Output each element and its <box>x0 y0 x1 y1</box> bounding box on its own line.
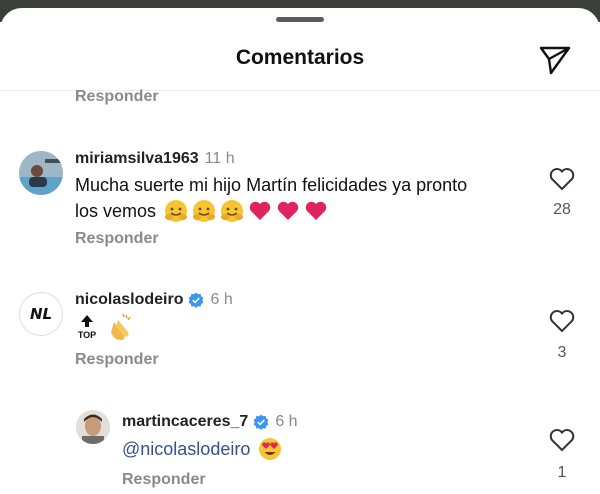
comment-body: Mucha suerte mi hijo Martín felicidades … <box>75 172 545 224</box>
red-heart-emoji <box>249 201 271 220</box>
like-heart-icon[interactable] <box>549 309 575 333</box>
top-label: TOP <box>77 330 97 340</box>
avatar-logo-text: NL <box>29 305 53 323</box>
mention-link[interactable]: @nicolaslodeiro <box>122 436 250 462</box>
comment-text-line: Mucha suerte mi hijo Martín felicidades … <box>75 175 468 195</box>
hugging-face-emoji <box>193 200 216 222</box>
reply-button[interactable]: Responder <box>122 471 206 489</box>
like-count: 3 <box>557 344 567 361</box>
avatar[interactable] <box>76 410 110 444</box>
comment-time: 6 h <box>210 291 233 308</box>
comment-text-line: los vemos <box>75 198 545 224</box>
like-count: 28 <box>553 201 571 218</box>
sheet-grabber[interactable] <box>276 17 324 22</box>
red-heart-emoji <box>305 201 327 220</box>
red-heart-emoji <box>277 201 299 220</box>
like-heart-icon[interactable] <box>549 428 575 452</box>
comment-time: 6 h <box>275 413 298 430</box>
clapping-hands-emoji <box>111 313 131 340</box>
comment-body: @nicolaslodeiro <box>122 436 286 462</box>
heart-eyes-emoji <box>259 438 282 460</box>
avatar[interactable]: NL <box>19 292 63 336</box>
like-count: 1 <box>557 464 567 481</box>
verified-badge-icon <box>253 414 269 430</box>
page-title: Comentarios <box>235 46 365 69</box>
reply-button[interactable]: Responder <box>75 88 159 106</box>
comment-time: 11 h <box>204 150 235 167</box>
username-text[interactable]: miriamsilva1963 <box>75 150 199 168</box>
top-arrow-emoji: TOP <box>76 314 98 340</box>
reply-button[interactable]: Responder <box>75 351 159 369</box>
send-icon[interactable] <box>538 44 572 76</box>
comment-username[interactable]: miriamsilva1963 11 h <box>75 150 235 168</box>
username-text[interactable]: martincaceres_7 <box>122 413 248 431</box>
verified-badge-icon <box>189 292 204 308</box>
comment-username[interactable]: martincaceres_7 6 h <box>122 413 298 431</box>
reply-button[interactable]: Responder <box>75 230 159 248</box>
comment-username[interactable]: nicolaslodeiro 6 h <box>75 291 233 309</box>
hugging-face-emoji <box>165 200 188 222</box>
username-text[interactable]: nicolaslodeiro <box>75 291 183 309</box>
like-heart-icon[interactable] <box>549 167 575 191</box>
avatar[interactable] <box>19 151 63 195</box>
hugging-face-emoji <box>221 200 244 222</box>
comment-text-fragment: los vemos <box>75 201 157 221</box>
